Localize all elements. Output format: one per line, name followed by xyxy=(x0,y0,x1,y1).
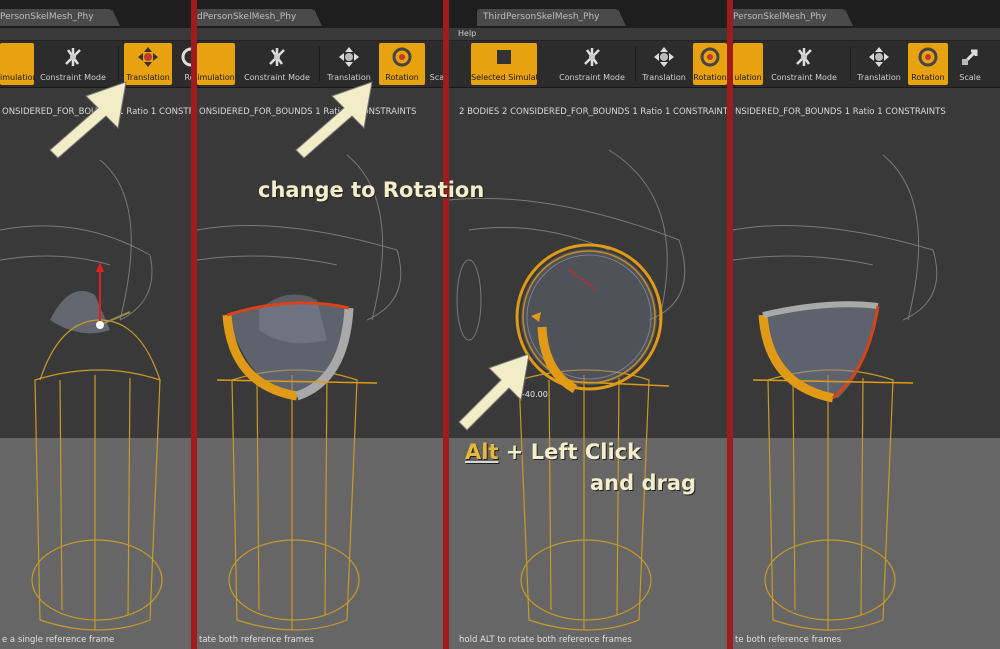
status-hint: te both reference frames xyxy=(735,635,842,645)
panel-divider xyxy=(191,0,197,649)
status-hint: hold ALT to rotate both reference frames xyxy=(459,635,632,645)
editor-panel-2: dPersonSkelMesh_Phy imulation Constraint… xyxy=(197,0,443,649)
editor-panel-1: PersonSkelMesh_Phy imulation Constraint … xyxy=(0,0,191,649)
left-click-label: + Left Click xyxy=(498,440,642,464)
physics-wireframe xyxy=(449,149,686,631)
pointer-arrow xyxy=(295,81,373,159)
panel-divider xyxy=(443,0,449,649)
status-hint: tate both reference frames xyxy=(199,635,314,645)
panel-divider xyxy=(727,0,733,649)
status-hint: e a single reference frame xyxy=(2,635,115,645)
alt-key-label: Alt xyxy=(465,440,499,464)
physics-wireframe xyxy=(733,154,938,631)
pointer-arrow xyxy=(458,353,530,431)
annotation-alt-left-click: Alt + Left Click xyxy=(465,440,641,464)
editor-panel-3: ThirdPersonSkelMesh_Phy Help Selected Si… xyxy=(449,0,727,649)
annotation-and-drag: and drag xyxy=(590,471,697,495)
pointer-arrow xyxy=(49,81,127,159)
editor-panel-4: PersonSkelMesh_Phy ulation Constraint Mo… xyxy=(733,0,1000,649)
annotation-change-to-rotation: change to Rotation xyxy=(258,178,485,202)
